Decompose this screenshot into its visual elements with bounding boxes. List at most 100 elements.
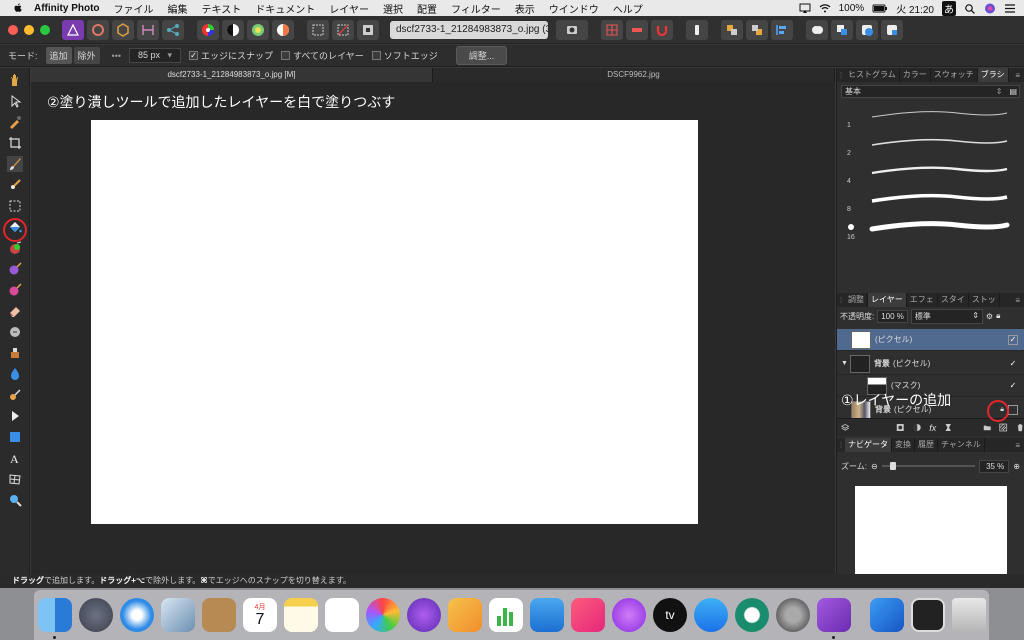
calendar-icon[interactable]: 4月 7 bbox=[243, 598, 277, 632]
brush-preset[interactable]: 16 bbox=[837, 215, 1019, 241]
color-wheel-button[interactable] bbox=[197, 19, 219, 40]
tab-history[interactable]: 履歴 bbox=[915, 438, 938, 452]
opacity-field[interactable]: 100 % bbox=[877, 309, 908, 323]
grip-icon[interactable]: ⁞ bbox=[837, 441, 845, 450]
siri-icon[interactable] bbox=[984, 3, 996, 14]
boolean-add-button[interactable] bbox=[806, 19, 828, 40]
music-icon[interactable] bbox=[571, 598, 605, 632]
layer-visibility-checkbox[interactable]: ✓ bbox=[1008, 381, 1018, 391]
zoom-in-icon[interactable]: ⊕ bbox=[1013, 462, 1020, 471]
tab-effects[interactable]: エフェ bbox=[907, 293, 938, 307]
disclosure-triangle-icon[interactable]: ▼ bbox=[841, 360, 848, 367]
keynote-icon[interactable] bbox=[530, 598, 564, 632]
brush-panel-menu-icon[interactable]: ▤ bbox=[1009, 87, 1017, 96]
photos-icon[interactable] bbox=[366, 598, 400, 632]
panel-menu-icon[interactable]: ≡ bbox=[1015, 71, 1020, 80]
liquify-persona-button[interactable] bbox=[87, 19, 109, 40]
gear-icon[interactable]: ⚙ bbox=[986, 312, 993, 321]
patch-tool[interactable] bbox=[7, 345, 23, 361]
mode-subtract-button[interactable]: 除外 bbox=[73, 47, 100, 64]
zoom-slider[interactable] bbox=[881, 462, 976, 470]
launchpad-icon[interactable] bbox=[79, 598, 113, 632]
adjustment-layer-icon[interactable] bbox=[913, 422, 921, 433]
boolean-subtract-button[interactable] bbox=[831, 19, 853, 40]
layer-row[interactable]: ▼ 背景 (ピクセル) ✓ bbox=[837, 353, 1024, 375]
finder-icon[interactable] bbox=[38, 598, 72, 639]
tab-color[interactable]: カラー bbox=[900, 68, 931, 82]
brush-category-select[interactable]: 基本 ⇕ ▤ bbox=[841, 85, 1020, 98]
time-machine-icon[interactable] bbox=[735, 598, 769, 632]
boolean-divide-button[interactable] bbox=[881, 19, 903, 40]
burn-tool[interactable] bbox=[7, 282, 23, 298]
assistant-button[interactable] bbox=[686, 19, 708, 40]
deselect-button[interactable] bbox=[332, 19, 354, 40]
color-replace-tool[interactable] bbox=[7, 240, 23, 256]
brush-preset[interactable]: 4 bbox=[837, 159, 1019, 185]
app-store-icon[interactable] bbox=[694, 598, 728, 632]
tab-adjustments[interactable]: 調整 bbox=[845, 293, 868, 307]
brush-size-field[interactable]: 85 px ▾ bbox=[129, 48, 181, 63]
curves-button[interactable] bbox=[247, 19, 269, 40]
sharpen-tool[interactable] bbox=[7, 387, 23, 403]
all-layers-checkbox[interactable]: すべてのレイヤー bbox=[281, 49, 364, 62]
snap-edges-checkbox[interactable]: ✓ エッジにスナップ bbox=[189, 49, 273, 62]
soft-edges-checkbox[interactable]: ソフトエッジ bbox=[371, 49, 438, 62]
reminders-icon[interactable] bbox=[325, 598, 359, 632]
panel-menu-icon[interactable]: ≡ bbox=[1015, 296, 1020, 305]
trash-icon[interactable] bbox=[952, 598, 986, 632]
align-button[interactable] bbox=[771, 19, 793, 40]
close-window-button[interactable] bbox=[8, 24, 18, 35]
menu-file[interactable]: ファイル bbox=[114, 1, 154, 16]
contacts-icon[interactable] bbox=[202, 598, 236, 632]
develop-persona-button[interactable] bbox=[112, 19, 134, 40]
paint-brush-tool[interactable] bbox=[7, 156, 23, 172]
tv-icon[interactable]: tv bbox=[653, 598, 687, 632]
fx-icon[interactable]: fx bbox=[929, 423, 936, 433]
numbers-icon[interactable] bbox=[489, 598, 523, 632]
zoom-tool[interactable] bbox=[7, 492, 23, 508]
input-method[interactable]: あ bbox=[942, 0, 956, 16]
wifi-icon[interactable] bbox=[819, 3, 831, 14]
navigator-preview[interactable] bbox=[855, 486, 1007, 588]
canvas-area[interactable]: ②塗り潰しツールで追加したレイヤーを白で塗りつぶす bbox=[31, 82, 835, 574]
photo-persona-button[interactable] bbox=[62, 19, 84, 40]
blend-mode-select[interactable]: 標準 ⇕ bbox=[910, 308, 983, 324]
levels-button[interactable] bbox=[222, 19, 244, 40]
clone-tool[interactable] bbox=[7, 324, 23, 340]
arrange-back-button[interactable] bbox=[721, 19, 743, 40]
snapping-button[interactable] bbox=[626, 19, 648, 40]
grip-icon[interactable]: ⁞ bbox=[837, 71, 845, 80]
system-preferences-icon[interactable] bbox=[776, 598, 810, 632]
add-pixel-layer-icon[interactable] bbox=[999, 422, 1008, 433]
layers-stack-icon[interactable] bbox=[841, 422, 850, 433]
lock-icon[interactable]: 🔒︎ bbox=[996, 311, 1000, 321]
doc-tab-second[interactable]: DSCF9962.jpg bbox=[433, 68, 835, 82]
menu-view[interactable]: 表示 bbox=[515, 1, 535, 16]
boolean-intersect-button[interactable] bbox=[856, 19, 878, 40]
battery-icon[interactable] bbox=[872, 3, 888, 14]
menu-arrange[interactable]: 配置 bbox=[417, 1, 437, 16]
layer-visibility-checkbox[interactable] bbox=[1008, 404, 1018, 415]
menu-select[interactable]: 選択 bbox=[383, 1, 403, 16]
mail-stamp-icon[interactable] bbox=[161, 598, 195, 632]
notification-center-icon[interactable] bbox=[1004, 3, 1016, 14]
magnet-button[interactable] bbox=[651, 19, 673, 40]
doc-tab-active[interactable]: dscf2733-1_21284983873_o.jpg [M] bbox=[31, 68, 433, 82]
folder-icon[interactable] bbox=[983, 422, 991, 433]
menu-document[interactable]: ドキュメント bbox=[255, 1, 315, 16]
export-persona-button[interactable] bbox=[162, 19, 184, 40]
eraser-tool[interactable] bbox=[7, 303, 23, 319]
menu-help[interactable]: ヘルプ bbox=[613, 1, 643, 16]
arrange-front-button[interactable] bbox=[746, 19, 768, 40]
layer-row[interactable]: (ピクセル) ✓ bbox=[837, 329, 1024, 351]
imovie-icon[interactable] bbox=[407, 598, 441, 632]
tab-stock[interactable]: ストッ bbox=[969, 293, 1000, 307]
screenshot-icon[interactable] bbox=[911, 598, 945, 632]
menu-layer[interactable]: レイヤー bbox=[329, 1, 369, 16]
text-tool[interactable]: A bbox=[7, 450, 23, 466]
selection-brush-tool[interactable] bbox=[7, 177, 23, 193]
tab-brushes[interactable]: ブラシ bbox=[977, 68, 1009, 82]
brush-preset[interactable]: 1 bbox=[837, 103, 1019, 129]
apple-icon[interactable] bbox=[12, 2, 24, 14]
live-filter-icon[interactable] bbox=[944, 422, 952, 433]
